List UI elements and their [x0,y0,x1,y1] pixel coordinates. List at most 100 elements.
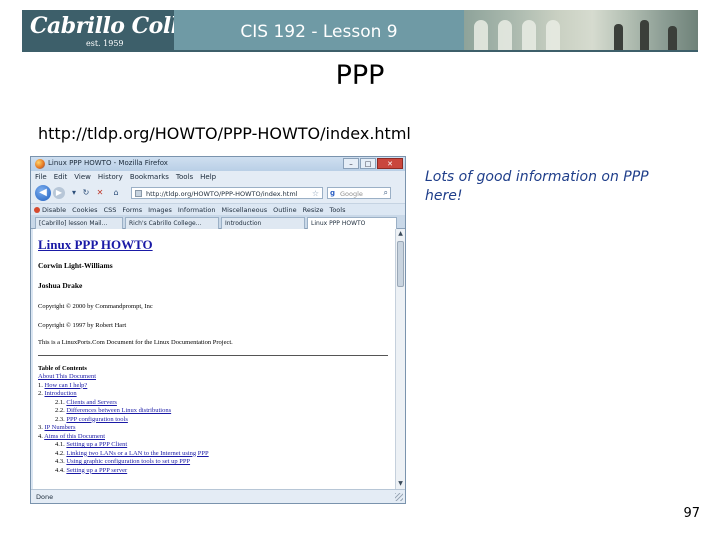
window-title: Linux PPP HOWTO - Mozilla Firefox [48,159,168,167]
campus-photo [464,10,698,50]
disable-icon [34,207,40,213]
toc-entry[interactable]: 2.3. PPP configuration tools [55,416,128,424]
toc-link[interactable]: PPP configuration tools [66,416,128,423]
toc-link[interactable]: Clients and Servers [66,399,117,406]
copyright-line: Copyright © 2000 by Commandprompt, Inc [38,303,153,310]
toolbar-item[interactable]: Images [148,204,172,215]
toc-entry[interactable]: 4.3. Using graphic configuration tools t… [55,458,190,466]
photo-arch [546,20,560,50]
toolbar-item[interactable]: Tools [329,204,345,215]
toc-link[interactable]: IP Numbers [45,424,76,431]
menu-bar: File Edit View History Bookmarks Tools H… [31,171,405,183]
maximize-button[interactable]: □ [360,158,376,169]
scroll-thumb[interactable] [397,241,404,287]
status-bar: Done [31,489,405,503]
back-arrow-icon[interactable]: ◀ [35,185,51,201]
copyright-line: Copyright © 1997 by Robert Hart [38,322,127,329]
logo-subtitle: est. 1959 [86,39,124,48]
dropdown-icon[interactable]: ▾ [69,188,79,198]
menu-edit[interactable]: Edit [54,171,68,183]
toc-entry[interactable]: 3. IP Numbers [38,424,76,432]
toc-entry[interactable]: 4.1. Setting up a PPP Client [55,441,127,449]
photo-arch [522,20,536,50]
toc-link[interactable]: Introduction [45,390,77,397]
address-value: http://tldp.org/HOWTO/PPP-HOWTO/index.ht… [146,190,298,198]
document-title-link[interactable]: Linux PPP HOWTO [38,237,153,253]
status-text: Done [36,493,54,501]
toc-link[interactable]: Aims of this Document [44,433,105,440]
google-icon: g [330,189,336,197]
toc-link[interactable]: How can I help? [45,382,88,389]
scroll-down-icon[interactable]: ▼ [397,480,404,488]
search-field[interactable]: g Google ⌕ [327,187,391,199]
search-placeholder: Google [340,190,363,198]
address-bar[interactable]: http://tldp.org/HOWTO/PPP-HOWTO/index.ht… [131,187,323,199]
resize-grip-icon[interactable] [395,493,403,501]
menu-bookmarks[interactable]: Bookmarks [130,171,169,183]
menu-tools[interactable]: Tools [176,171,193,183]
scroll-up-icon[interactable]: ▲ [397,230,404,238]
toolbar-item[interactable]: Miscellaneous [222,204,268,215]
toolbar-item[interactable]: Forms [122,204,142,215]
photo-arch [474,20,488,50]
tab-cabrillo[interactable]: Rich's Cabrillo College... [125,217,219,229]
header-banner: Cabrillo College est. 1959 CIS 192 - Les… [0,0,720,52]
toolbar-item[interactable]: Resize [303,204,324,215]
reference-url: http://tldp.org/HOWTO/PPP-HOWTO/index.ht… [38,124,411,143]
close-button[interactable]: ✕ [377,158,403,169]
tab-strip: [Cabrillo] lesson Mail... Rich's Cabrill… [31,215,405,229]
toc-entry[interactable]: 2.1. Clients and Servers [55,399,117,407]
vertical-scrollbar[interactable]: ▲ ▼ [395,229,405,489]
toc-link[interactable]: Using graphic configuration tools to set… [66,458,190,465]
toc-entry[interactable]: 2. Introduction [38,390,77,398]
toolbar-item[interactable]: Information [178,204,216,215]
minimize-button[interactable]: – [343,158,359,169]
course-title: CIS 192 - Lesson 9 [240,22,398,42]
toc-entry[interactable]: 2.2. Differences between Linux distribut… [55,407,171,415]
toc-entry[interactable]: 1. How can I help? [38,382,87,390]
reload-icon[interactable]: ↻ [81,188,91,198]
toc-link[interactable]: Differences between Linux distributions [66,407,171,414]
menu-history[interactable]: History [98,171,123,183]
firefox-icon [35,159,45,169]
toolbar-item[interactable]: Disable [34,204,66,215]
window-controls: – □ ✕ [342,158,403,169]
toolbar-item[interactable]: Outline [273,204,297,215]
menu-help[interactable]: Help [200,171,216,183]
banner-rule [22,50,698,52]
stop-icon[interactable]: ✕ [95,188,105,198]
toc-entry[interactable]: 4.4. Setting up a PPP server [55,467,127,475]
tab-mail[interactable]: [Cabrillo] lesson Mail... [35,217,123,229]
tab-introduction[interactable]: Introduction [221,217,305,229]
search-icon[interactable]: ⌕ [384,188,388,198]
tab-ppp-howto[interactable]: Linux PPP HOWTO [307,217,397,229]
toolbar-item[interactable]: Cookies [72,204,97,215]
forward-arrow-icon[interactable]: ▶ [53,187,65,199]
page-content: Linux PPP HOWTO Corwin Light-Williams Jo… [33,229,395,489]
photo-figure [614,24,623,50]
toc-entry[interactable]: About This Document [38,373,96,381]
toc-heading: Table of Contents [38,365,87,372]
callout-note: Lots of good information on PPP here! [425,169,649,204]
photo-figure [668,26,677,50]
toolbar-item[interactable]: CSS [104,204,117,215]
bookmark-star-icon[interactable]: ☆ [312,189,319,198]
menu-view[interactable]: View [74,171,91,183]
photo-figure [640,20,649,50]
page-number: 97 [683,506,700,521]
menu-file[interactable]: File [35,171,47,183]
toc-link[interactable]: Setting up a PPP server [66,467,127,474]
toc-link[interactable]: Linking two LANs or a LAN to the Interne… [66,450,208,457]
window-titlebar: Linux PPP HOWTO - Mozilla Firefox – □ ✕ [31,157,405,171]
toc-entry[interactable]: 4. Aims of this Document [38,433,105,441]
toc-link[interactable]: Setting up a PPP Client [66,441,127,448]
browser-window: Linux PPP HOWTO - Mozilla Firefox – □ ✕ … [30,156,406,504]
author-name: Corwin Light-Williams [38,261,113,270]
toc-entry[interactable]: 4.2. Linking two LANs or a LAN to the In… [55,450,209,458]
developer-toolbar: Disable Cookies CSS Forms Images Informa… [31,203,405,215]
photo-arch [498,20,512,50]
horizontal-rule [38,355,388,356]
favicon-icon [135,190,142,197]
home-icon[interactable]: ⌂ [111,188,121,198]
toc-link[interactable]: About This Document [38,373,96,380]
